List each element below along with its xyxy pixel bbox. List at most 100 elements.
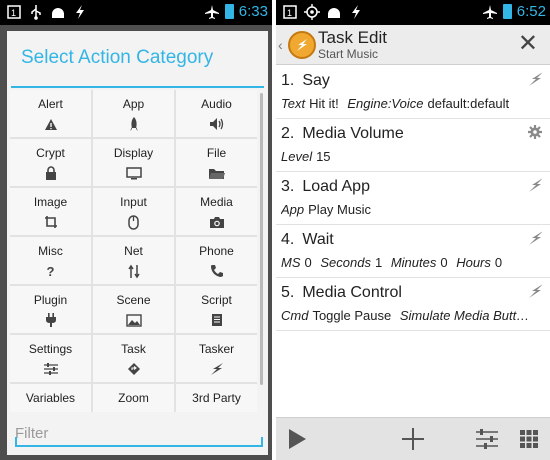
category-image[interactable]: Image	[10, 188, 91, 235]
monitor-icon	[125, 165, 142, 181]
arg-value: 15	[316, 149, 331, 164]
rocket-icon	[129, 116, 139, 132]
flash-icon	[348, 4, 364, 20]
picture-icon	[125, 312, 142, 328]
category-label: 3rd Party	[192, 391, 241, 405]
lightning-icon	[528, 71, 542, 87]
action-args: MS 0 Seconds 1 Minutes 0 Hours 0	[281, 255, 533, 270]
action-args: Cmd Toggle Pause Simulate Media Butt…	[281, 308, 533, 323]
filter-field-wrap	[15, 423, 263, 447]
category-label: Display	[113, 146, 154, 160]
category-phone[interactable]: Phone	[176, 237, 257, 284]
category-label: Image	[33, 195, 68, 209]
add-icon[interactable]	[400, 426, 426, 452]
tasker-app-icon[interactable]	[288, 31, 316, 59]
sliders-icon	[43, 361, 59, 377]
action-row-media-control[interactable]: 5. Media Control Cmd Toggle Pause Simulate…	[276, 278, 550, 331]
airplane-icon	[204, 4, 220, 20]
category-plugin[interactable]: Plugin	[10, 286, 91, 333]
category-app[interactable]: App	[93, 90, 174, 137]
speaker-icon	[209, 116, 225, 132]
category-input[interactable]: Input	[93, 188, 174, 235]
action-name: Media Volume	[302, 125, 404, 142]
category-grid: Alert App Audio Crypt Display File Image…	[10, 90, 257, 412]
close-icon[interactable]: ✕	[518, 31, 538, 57]
action-title: 4. Wait	[281, 231, 334, 249]
category-label: Net	[124, 244, 143, 258]
script-icon	[211, 312, 223, 328]
scrollbar[interactable]	[260, 93, 263, 385]
arg-key: Minutes	[390, 255, 437, 270]
arg-key: Simulate Media Butt…	[399, 308, 530, 323]
category-task[interactable]: Task	[93, 335, 174, 382]
arg-value: Play Music	[308, 202, 371, 217]
mouse-icon	[128, 214, 139, 230]
status-bar: 1 6:52	[276, 0, 550, 25]
task-name: Start Music	[318, 47, 379, 61]
phone-icon	[210, 263, 224, 279]
action-row-load-app[interactable]: 3. Load App App Play Music	[276, 172, 550, 225]
diamond-arrow-icon	[127, 361, 141, 377]
category-label: Task	[121, 342, 146, 356]
play-icon[interactable]	[284, 426, 310, 452]
select-action-dialog: Select Action Category Alert App Audio C…	[7, 31, 268, 455]
warning-icon	[44, 116, 58, 132]
category-label: Crypt	[36, 146, 65, 160]
filter-input[interactable]	[15, 423, 263, 443]
lightning-icon	[528, 177, 542, 193]
folder-icon	[208, 165, 226, 181]
arg-key: Text	[281, 96, 306, 111]
plug-icon	[45, 312, 57, 328]
category-label: Settings	[28, 342, 73, 356]
arg-key: Engine:Voice	[347, 96, 424, 111]
category-label: Zoom	[118, 391, 149, 405]
category-tasker[interactable]: Tasker	[176, 335, 257, 382]
arg-value: default:default	[427, 96, 510, 111]
airplane-icon	[482, 4, 498, 20]
action-row-wait[interactable]: 4. Wait MS 0 Seconds 1 Minutes 0 Hours 0	[276, 225, 550, 278]
category-media[interactable]: Media	[176, 188, 257, 235]
category-label: Alert	[38, 97, 63, 111]
category-misc[interactable]: Misc ?	[10, 237, 91, 284]
category-file[interactable]: File	[176, 139, 257, 186]
action-name: Media Control	[302, 284, 402, 301]
category-3rd-party[interactable]: 3rd Party	[176, 384, 257, 412]
arg-key: Level	[281, 149, 313, 164]
action-name: Load App	[302, 178, 370, 195]
sliders-icon[interactable]	[474, 426, 500, 452]
question-icon: ?	[46, 263, 55, 279]
action-title: 3. Load App	[281, 178, 370, 196]
action-title: 1. Say	[281, 72, 330, 90]
category-label: Phone	[199, 244, 234, 258]
category-script[interactable]: Script	[176, 286, 257, 333]
action-name: Wait	[302, 231, 334, 248]
lightning-icon	[528, 230, 542, 246]
category-audio[interactable]: Audio	[176, 90, 257, 137]
arg-value: 0	[304, 255, 312, 270]
action-number: 2.	[281, 125, 295, 142]
arg-value: Hit it!	[309, 96, 339, 111]
up-chevron-icon[interactable]: ‹	[278, 37, 283, 53]
action-name: Say	[302, 72, 330, 89]
category-crypt[interactable]: Crypt	[10, 139, 91, 186]
category-scene[interactable]: Scene	[93, 286, 174, 333]
lightning-icon	[209, 361, 225, 377]
action-title: 5. Media Control	[281, 284, 402, 302]
category-variables[interactable]: Variables	[10, 384, 91, 412]
action-row-media-volume[interactable]: 2. Media Volume Level 15	[276, 119, 550, 172]
dialog-title: Select Action Category	[21, 47, 214, 68]
category-label: Script	[201, 293, 232, 307]
category-display[interactable]: Display	[93, 139, 174, 186]
action-title: 2. Media Volume	[281, 125, 404, 143]
category-zoom[interactable]: Zoom	[93, 384, 174, 412]
action-number: 5.	[281, 284, 295, 301]
action-row-say[interactable]: 1. Say Text Hit it! Engine:Voice default:de…	[276, 66, 550, 119]
crop-icon	[44, 214, 58, 230]
usb-icon	[28, 4, 44, 20]
title-divider	[11, 86, 264, 88]
category-settings[interactable]: Settings	[10, 335, 91, 382]
category-net[interactable]: Net	[93, 237, 174, 284]
category-label: Media	[200, 195, 233, 209]
grid-icon[interactable]	[518, 426, 540, 452]
category-alert[interactable]: Alert	[10, 90, 91, 137]
